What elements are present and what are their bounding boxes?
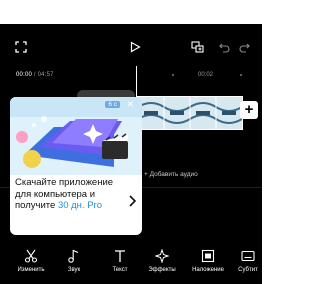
sparkle-icon — [142, 248, 182, 264]
keyframe-icon[interactable] — [190, 40, 206, 54]
video-editor: 00:00 / 04:57 00:02 + + Добавить аудио 6… — [0, 0, 262, 284]
timecode: 00:00 / 04:57 — [16, 72, 54, 78]
tool-edit[interactable]: Изменить — [10, 248, 52, 273]
ad-image — [10, 97, 142, 175]
ruler-tick: 00:02 — [198, 72, 214, 78]
add-audio-button[interactable]: + Добавить аудио — [144, 171, 198, 178]
tool-label: Изменить — [17, 267, 45, 273]
tool-label: Текст — [112, 267, 128, 273]
tool-text[interactable]: Текст — [100, 248, 140, 273]
subtitles-icon — [234, 248, 262, 264]
play-icon[interactable] — [128, 40, 142, 54]
tool-label: Субтит — [238, 267, 258, 273]
clip-thumbnails — [138, 97, 242, 129]
music-note-icon — [56, 248, 92, 264]
tool-subtitles[interactable]: Субтит — [234, 248, 262, 273]
undo-icon[interactable] — [218, 40, 230, 54]
tool-label: Эффекты — [148, 267, 176, 273]
chevron-right-icon[interactable] — [128, 195, 136, 207]
tool-effects[interactable]: Эффекты — [142, 248, 182, 273]
scissors-icon — [10, 248, 52, 264]
fullscreen-icon[interactable] — [14, 40, 28, 54]
tool-overlay[interactable]: Наложение — [186, 248, 230, 273]
add-clip-button[interactable]: + — [240, 101, 258, 119]
ruler-dot — [240, 74, 242, 76]
redo-icon[interactable] — [238, 40, 250, 54]
ad-text-accent: 30 дн. Pro — [57, 200, 102, 211]
current-time: 00:00 — [16, 72, 33, 78]
text-icon — [100, 248, 140, 264]
ruler-dot — [172, 74, 174, 76]
status-area — [0, 0, 262, 24]
ad-text: Скачайте приложение для компьютера и пол… — [15, 177, 127, 212]
overlay-icon — [186, 248, 230, 264]
tool-audio[interactable]: Звук — [56, 248, 92, 273]
tool-label: Наложение — [192, 267, 224, 273]
close-icon[interactable]: ✕ — [126, 99, 134, 110]
total-time: 04:57 — [37, 72, 54, 78]
ad-card[interactable]: 6 с ✕ Скачайте приложение для компьютера… — [10, 97, 142, 235]
video-clip[interactable] — [137, 96, 243, 130]
ad-timer: 6 с — [105, 101, 120, 108]
tool-label: Звук — [67, 267, 81, 273]
